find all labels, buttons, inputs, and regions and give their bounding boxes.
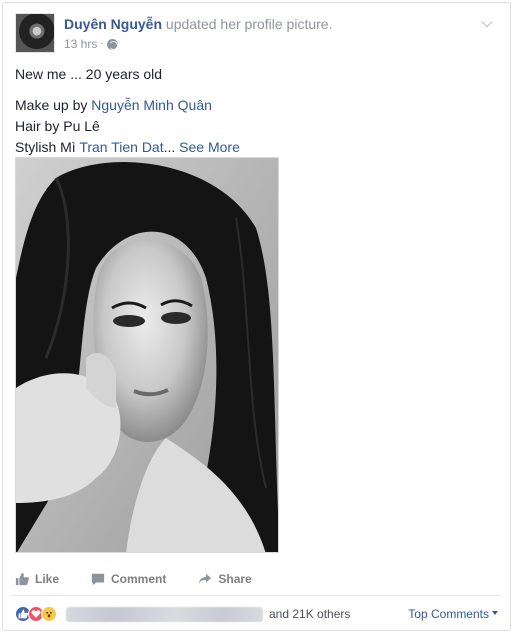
- blurred-reactor-names: [66, 606, 263, 622]
- top-comments-label: Top Comments: [408, 607, 489, 621]
- reaction-count[interactable]: and 21K others: [269, 607, 350, 621]
- post-meta: 13 hrs ·: [64, 36, 118, 52]
- thumbs-up-icon: [15, 572, 29, 586]
- ellipsis: ...: [163, 139, 176, 155]
- author-line: Duyên Nguyễn updated her profile picture…: [64, 16, 332, 33]
- stylist-prefix: Stylish Mì: [15, 139, 80, 155]
- portrait-image: [16, 158, 278, 552]
- post-text-line: Make up by Nguyễn Minh Quân: [15, 95, 498, 116]
- meta-separator: ·: [100, 38, 104, 49]
- stylist-link[interactable]: Tran Tien Dat: [79, 139, 163, 155]
- feed-post: Duyên Nguyễn updated her profile picture…: [2, 2, 511, 631]
- caret-down-icon: [492, 610, 498, 615]
- post-text-line: New me ... 20 years old: [15, 66, 163, 82]
- profile-photo[interactable]: [15, 157, 279, 553]
- share-label: Share: [218, 572, 252, 586]
- reactions-summary: and 21K others Top Comments: [15, 602, 498, 626]
- post-action-text: updated her profile picture.: [165, 16, 333, 32]
- post-timestamp[interactable]: 13 hrs: [64, 36, 97, 52]
- like-button[interactable]: Like: [15, 572, 59, 586]
- share-arrow-icon: [199, 573, 212, 585]
- post-action-bar: Like Comment Share: [15, 566, 498, 592]
- comment-button[interactable]: Comment: [91, 572, 166, 586]
- makeup-artist-link[interactable]: Nguyễn Minh Quân: [91, 97, 212, 113]
- top-comments-dropdown[interactable]: Top Comments: [408, 607, 498, 621]
- comment-icon: [91, 573, 105, 586]
- share-button[interactable]: Share: [198, 572, 252, 586]
- post-text: New me ... 20 years old Make up by Nguyễ…: [15, 64, 498, 158]
- see-more-link[interactable]: See More: [179, 139, 240, 155]
- divider: [13, 595, 500, 596]
- makeup-prefix: Make up by: [15, 97, 92, 113]
- post-text-line: Hair by Pu Lê: [15, 118, 100, 134]
- avatar[interactable]: [15, 13, 55, 53]
- chevron-down-icon[interactable]: [481, 16, 493, 28]
- author-name[interactable]: Duyên Nguyễn: [64, 16, 162, 32]
- wow-reaction-icon: [41, 606, 57, 622]
- comment-label: Comment: [111, 572, 167, 586]
- globe-icon[interactable]: [106, 38, 118, 50]
- like-label: Like: [35, 572, 60, 586]
- reaction-icons[interactable]: [15, 606, 57, 622]
- post-text-line: Stylish Mì Tran Tien Dat... See More: [15, 137, 498, 158]
- post-header: Duyên Nguyễn updated her profile picture…: [15, 13, 498, 57]
